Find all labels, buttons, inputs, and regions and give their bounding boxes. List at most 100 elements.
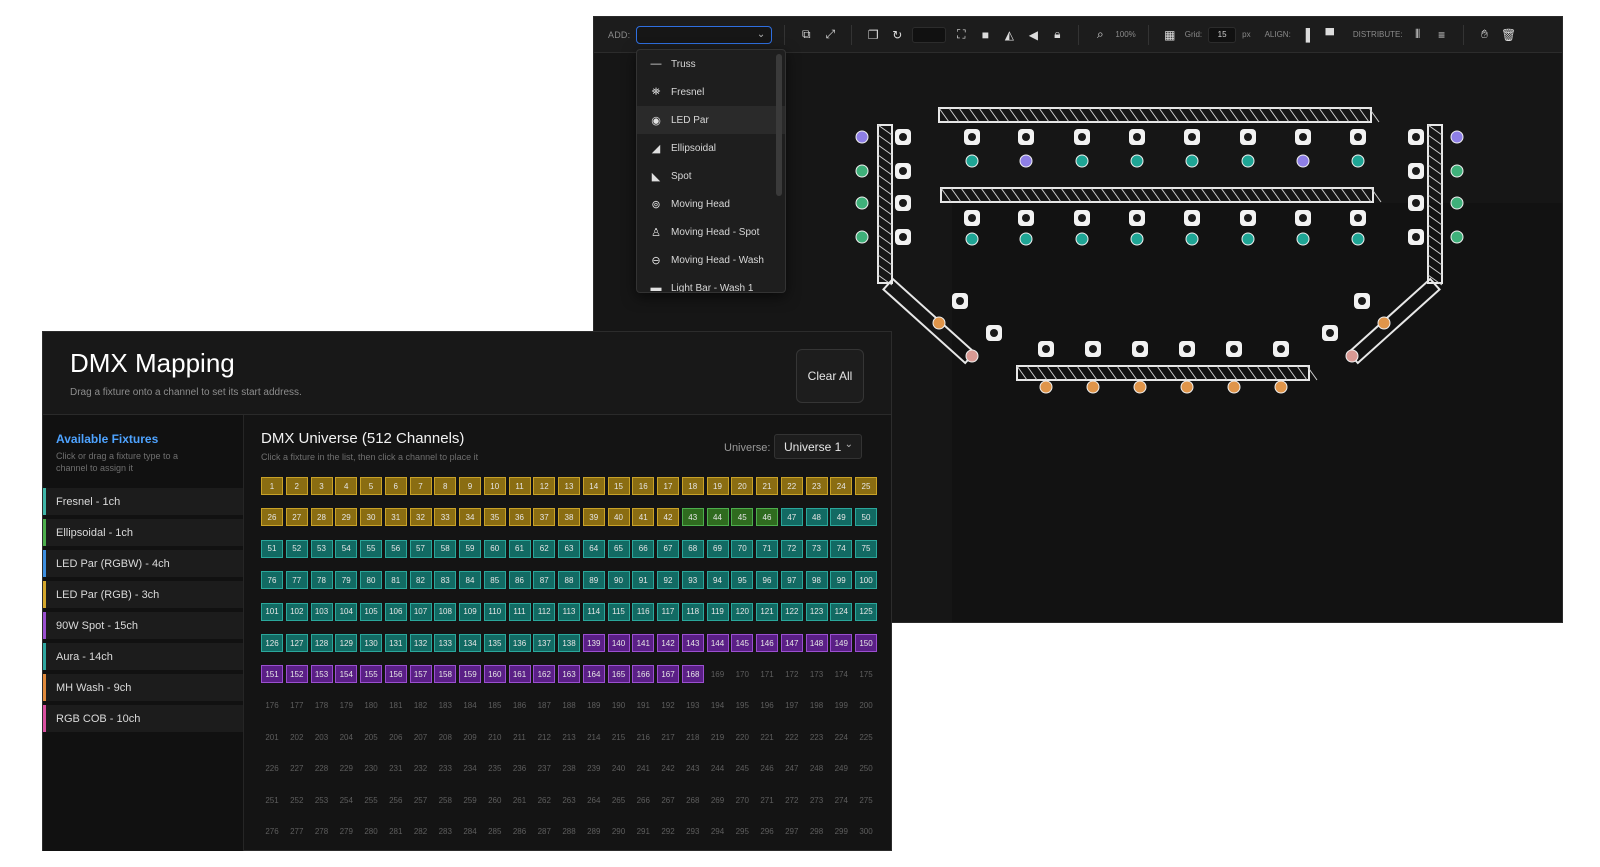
dmx-channel[interactable]: 192 bbox=[657, 697, 679, 715]
dmx-channel[interactable]: 51 bbox=[261, 539, 283, 558]
dmx-channel[interactable]: 110 bbox=[483, 602, 506, 621]
dmx-channel[interactable]: 229 bbox=[335, 760, 357, 778]
dmx-channel[interactable]: 173 bbox=[806, 665, 828, 683]
dmx-channel[interactable]: 12 bbox=[533, 477, 556, 495]
zoom-icon[interactable]: ⌕ bbox=[1091, 26, 1109, 44]
dmx-channel[interactable]: 143 bbox=[681, 634, 704, 652]
dmx-channel[interactable]: 242 bbox=[657, 760, 679, 778]
dmx-channel[interactable]: 249 bbox=[830, 760, 852, 778]
dmx-channel[interactable]: 23 bbox=[805, 477, 828, 495]
dmx-channel[interactable]: 152 bbox=[285, 665, 308, 684]
dmx-channel[interactable]: 180 bbox=[360, 697, 382, 715]
dmx-channel[interactable]: 46 bbox=[756, 508, 778, 527]
dmx-channel[interactable]: 159 bbox=[459, 665, 481, 684]
dmx-channel[interactable]: 235 bbox=[484, 760, 506, 778]
dmx-channel[interactable]: 160 bbox=[483, 665, 506, 684]
dmx-channel[interactable]: 212 bbox=[533, 728, 555, 746]
dmx-channel[interactable]: 216 bbox=[632, 728, 654, 746]
dmx-channel[interactable]: 219 bbox=[707, 728, 729, 746]
dmx-channel[interactable]: 19 bbox=[706, 477, 729, 495]
dmx-channel[interactable]: 117 bbox=[657, 602, 679, 621]
dmx-channel[interactable]: 86 bbox=[508, 571, 531, 590]
dmx-channel[interactable]: 244 bbox=[707, 760, 729, 778]
dmx-channel[interactable]: 118 bbox=[681, 602, 704, 621]
dmx-channel[interactable]: 54 bbox=[335, 539, 358, 558]
resize-icon[interactable]: ⤢ bbox=[821, 26, 839, 44]
dmx-channel[interactable]: 178 bbox=[311, 697, 333, 715]
dmx-channel[interactable]: 108 bbox=[434, 602, 457, 621]
dmx-channel[interactable]: 198 bbox=[806, 697, 828, 715]
dmx-channel[interactable]: 80 bbox=[360, 571, 382, 590]
dmx-channel[interactable]: 258 bbox=[434, 791, 456, 809]
dmx-channel[interactable]: 218 bbox=[682, 728, 704, 746]
dmx-channel[interactable]: 88 bbox=[558, 571, 580, 590]
dmx-channel[interactable]: 259 bbox=[459, 791, 481, 809]
dmx-channel[interactable]: 144 bbox=[706, 634, 729, 652]
dmx-channel[interactable]: 100 bbox=[855, 571, 877, 590]
dmx-channel[interactable]: 5 bbox=[360, 477, 382, 495]
dmx-channel[interactable]: 256 bbox=[385, 791, 407, 809]
dmx-channel[interactable]: 232 bbox=[410, 760, 432, 778]
dmx-channel[interactable]: 101 bbox=[261, 602, 283, 621]
dmx-channel[interactable]: 208 bbox=[434, 728, 456, 746]
dmx-channel[interactable]: 211 bbox=[509, 728, 531, 746]
dmx-channel[interactable]: 82 bbox=[409, 571, 432, 590]
dmx-channel[interactable]: 156 bbox=[384, 665, 407, 684]
dmx-channel[interactable]: 285 bbox=[484, 822, 506, 840]
dmx-channel[interactable]: 247 bbox=[781, 760, 803, 778]
dropdown-item[interactable]: ⊖ Moving Head - Wash bbox=[637, 246, 785, 274]
dmx-channel[interactable]: 202 bbox=[286, 728, 308, 746]
dmx-channel[interactable]: 73 bbox=[805, 539, 828, 558]
dmx-channel[interactable]: 96 bbox=[756, 571, 778, 590]
dmx-channel[interactable]: 146 bbox=[756, 634, 778, 652]
dmx-channel[interactable]: 79 bbox=[335, 571, 358, 590]
dmx-channel[interactable]: 279 bbox=[335, 822, 357, 840]
dmx-channel[interactable]: 185 bbox=[484, 697, 506, 715]
dmx-channel[interactable]: 128 bbox=[310, 634, 333, 652]
dmx-channel[interactable]: 225 bbox=[855, 728, 877, 746]
dmx-channel[interactable]: 39 bbox=[582, 508, 605, 527]
dmx-channel[interactable]: 6 bbox=[384, 477, 407, 495]
dmx-channel[interactable]: 63 bbox=[558, 539, 580, 558]
dmx-channel[interactable]: 171 bbox=[756, 665, 778, 683]
dmx-channel[interactable]: 112 bbox=[533, 602, 556, 621]
dmx-channel[interactable]: 187 bbox=[533, 697, 555, 715]
dmx-channel[interactable]: 99 bbox=[830, 571, 853, 590]
dmx-channel[interactable]: 183 bbox=[434, 697, 456, 715]
dropdown-scrollbar[interactable] bbox=[776, 54, 782, 196]
dmx-channel[interactable]: 165 bbox=[607, 665, 630, 684]
dmx-channel[interactable]: 124 bbox=[830, 602, 853, 621]
dmx-channel[interactable]: 167 bbox=[657, 665, 679, 684]
dmx-channel[interactable]: 47 bbox=[780, 508, 803, 527]
dmx-channel[interactable]: 134 bbox=[459, 634, 481, 652]
dmx-channel[interactable]: 153 bbox=[310, 665, 333, 684]
dmx-channel[interactable]: 148 bbox=[805, 634, 828, 652]
dmx-channel[interactable]: 175 bbox=[855, 665, 877, 683]
dmx-channel[interactable]: 50 bbox=[855, 508, 877, 527]
dmx-channel[interactable]: 2 bbox=[285, 477, 308, 495]
dmx-channel[interactable]: 41 bbox=[632, 508, 655, 527]
dropdown-item[interactable]: ▬ Light Bar - Wash 1 bbox=[637, 274, 785, 292]
dmx-channel[interactable]: 158 bbox=[434, 665, 457, 684]
dmx-channel[interactable]: 61 bbox=[508, 539, 531, 558]
dmx-channel[interactable]: 90 bbox=[607, 571, 630, 590]
dmx-channel[interactable]: 217 bbox=[657, 728, 679, 746]
dmx-channel[interactable]: 189 bbox=[583, 697, 605, 715]
dmx-channel[interactable]: 226 bbox=[261, 760, 283, 778]
dmx-channel[interactable]: 299 bbox=[830, 822, 852, 840]
dmx-channel[interactable]: 220 bbox=[731, 728, 753, 746]
dmx-channel[interactable]: 105 bbox=[360, 602, 382, 621]
dmx-channel[interactable]: 295 bbox=[731, 822, 753, 840]
dmx-channel[interactable]: 222 bbox=[781, 728, 803, 746]
dmx-channel[interactable]: 151 bbox=[261, 665, 283, 684]
dmx-channel[interactable]: 57 bbox=[409, 539, 432, 558]
dmx-channel[interactable]: 271 bbox=[756, 791, 778, 809]
rotation-input[interactable] bbox=[912, 26, 947, 43]
layer-icon[interactable]: ■ bbox=[976, 26, 994, 44]
dmx-channel[interactable]: 215 bbox=[608, 728, 630, 746]
dmx-channel[interactable]: 223 bbox=[806, 728, 828, 746]
dmx-channel[interactable]: 195 bbox=[731, 697, 753, 715]
dmx-channel[interactable]: 69 bbox=[706, 539, 729, 558]
dmx-channel[interactable]: 147 bbox=[780, 634, 803, 652]
dmx-channel[interactable]: 97 bbox=[780, 571, 803, 590]
